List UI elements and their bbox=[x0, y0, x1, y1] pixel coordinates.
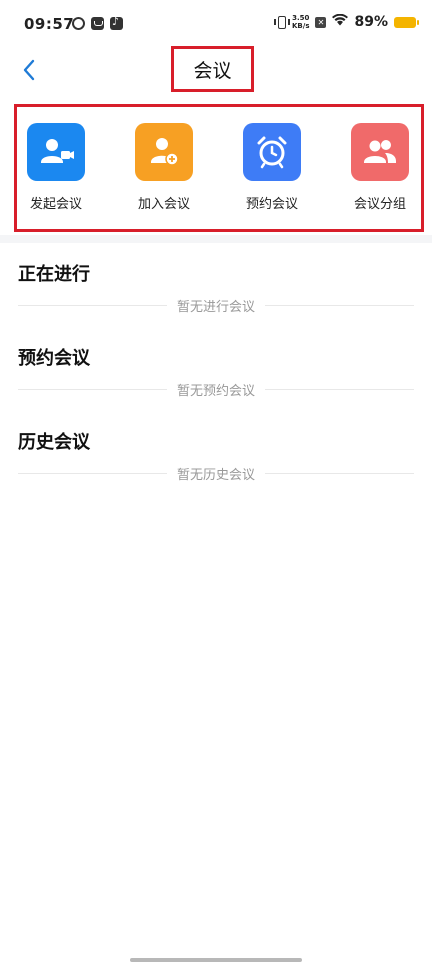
wifi-icon bbox=[332, 13, 349, 30]
meeting-groups-button[interactable]: 会议分组 bbox=[338, 123, 422, 212]
net-speed: 3.50 KB/s bbox=[292, 14, 309, 30]
divider-line bbox=[265, 472, 415, 474]
history-meetings-section: 历史会议 暂无历史会议 bbox=[18, 428, 415, 483]
net-speed-value: 3.50 bbox=[292, 14, 310, 22]
page-title: 会议 bbox=[193, 59, 232, 82]
home-indicator[interactable] bbox=[130, 958, 302, 962]
net-speed-unit: KB/s bbox=[292, 22, 310, 30]
scheduled-meetings-empty-text: 暂无预约会议 bbox=[177, 383, 256, 399]
meeting-groups-label: 会议分组 bbox=[353, 197, 406, 212]
start-meeting-tile bbox=[27, 123, 85, 181]
battery-percent: 89% bbox=[354, 14, 388, 30]
meeting-groups-tile bbox=[351, 123, 409, 181]
join-meeting-label: 加入会议 bbox=[137, 197, 190, 212]
divider-line bbox=[18, 388, 167, 390]
nav-bar: 会议 bbox=[0, 46, 432, 94]
ongoing-meetings-section: 正在进行 暂无进行会议 bbox=[18, 260, 415, 315]
join-meeting-tile bbox=[135, 123, 193, 181]
user-add-icon bbox=[151, 138, 179, 166]
history-meetings-title: 历史会议 bbox=[18, 432, 90, 453]
status-system-icons: 3.50 KB/s ✕ 89% bbox=[274, 13, 419, 30]
vibrate-icon bbox=[274, 15, 290, 29]
chevron-left-icon bbox=[23, 59, 35, 81]
group-users-icon bbox=[364, 140, 396, 163]
start-meeting-label: 发起会议 bbox=[29, 197, 82, 212]
scheduled-meetings-title: 预约会议 bbox=[18, 348, 90, 369]
history-meetings-empty: 暂无历史会议 bbox=[18, 464, 415, 483]
status-time: 09:57 bbox=[24, 15, 75, 33]
status-bar: 09:57 3.50 KB/s ✕ 89% bbox=[0, 0, 432, 50]
divider-line bbox=[18, 472, 167, 474]
divider-line bbox=[265, 388, 415, 390]
ongoing-meetings-empty: 暂无进行会议 bbox=[18, 296, 415, 315]
schedule-meeting-button[interactable]: 预约会议 bbox=[230, 123, 314, 212]
message-icon bbox=[91, 17, 104, 30]
start-meeting-button[interactable]: 发起会议 bbox=[14, 123, 98, 212]
divider-line bbox=[18, 304, 167, 306]
alarm-clock-icon bbox=[257, 136, 287, 169]
scheduled-meetings-section: 预约会议 暂无预约会议 bbox=[18, 344, 415, 399]
meeting-actions-highlight: 发起会议 加入会议 预约会议 会议分组 bbox=[14, 104, 424, 232]
schedule-meeting-tile bbox=[243, 123, 301, 181]
no-sim-icon: ✕ bbox=[315, 16, 327, 28]
sync-icon bbox=[69, 14, 88, 33]
video-user-icon bbox=[41, 139, 74, 163]
schedule-meeting-label: 预约会议 bbox=[245, 197, 298, 212]
ongoing-meetings-title: 正在进行 bbox=[18, 264, 90, 285]
history-meetings-empty-text: 暂无历史会议 bbox=[177, 467, 256, 483]
section-divider bbox=[0, 235, 432, 243]
scheduled-meetings-empty: 暂无预约会议 bbox=[18, 380, 415, 399]
page-title-highlight: 会议 bbox=[171, 46, 254, 92]
back-button[interactable] bbox=[16, 56, 44, 84]
status-notification-icons bbox=[69, 14, 123, 33]
ongoing-meetings-empty-text: 暂无进行会议 bbox=[177, 299, 256, 315]
join-meeting-button[interactable]: 加入会议 bbox=[122, 123, 206, 212]
battery-icon bbox=[394, 16, 419, 28]
tiktok-icon bbox=[110, 15, 123, 30]
divider-line bbox=[265, 304, 415, 306]
